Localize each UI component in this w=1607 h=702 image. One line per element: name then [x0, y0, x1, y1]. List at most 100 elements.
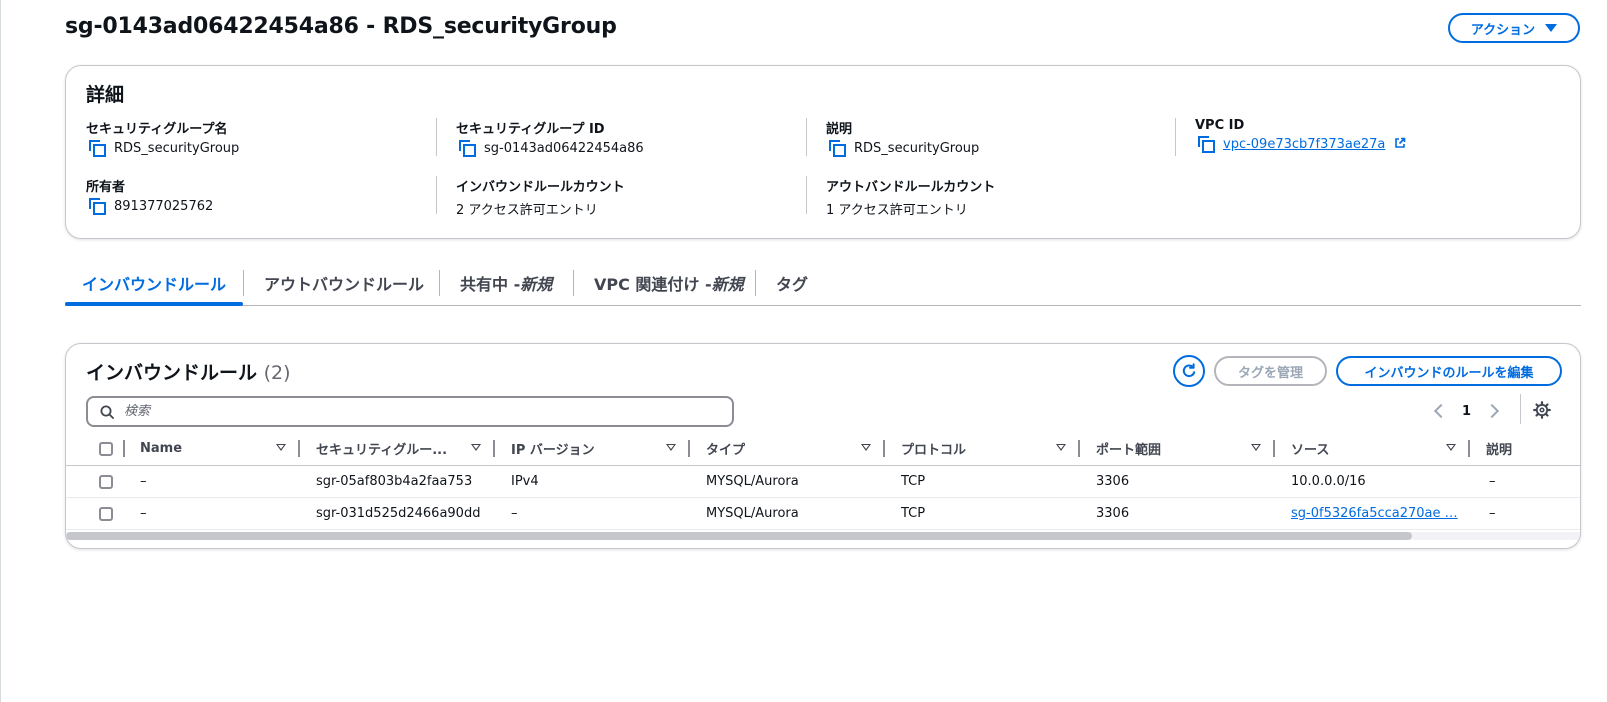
cell-name: –	[140, 474, 147, 489]
column-header-port-range[interactable]: ポート範囲	[1096, 432, 1161, 465]
security-group-id-value: sg-0143ad06422454a86	[484, 140, 644, 156]
search-input[interactable]	[122, 403, 686, 420]
table-row[interactable]: – sgr-031d525d2466a90dd – MYSQL/Aurora T…	[66, 498, 1580, 530]
column-resizer[interactable]	[883, 440, 885, 457]
tab-tags[interactable]: タグ	[776, 260, 808, 306]
cell-protocol: TCP	[901, 474, 926, 489]
field-label: セキュリティグループ名	[86, 122, 228, 137]
actions-dropdown-button[interactable]: アクション	[1448, 13, 1580, 43]
row-checkbox[interactable]	[99, 474, 113, 489]
copy-icon[interactable]	[459, 140, 476, 157]
tab-vpc-associations[interactable]: VPC 関連付け - 新規	[594, 260, 744, 306]
vpc-id-link[interactable]: vpc-09e73cb7f373ae27a	[1223, 137, 1406, 152]
field-label: VPC ID	[1195, 118, 1245, 133]
tab-sharing[interactable]: 共有中 - 新規	[460, 260, 552, 306]
cell-type: MYSQL/Aurora	[706, 474, 799, 489]
cell-name: –	[140, 506, 147, 521]
field-label: アウトバンドルールカウント	[826, 180, 996, 195]
field-label: 説明	[826, 122, 853, 137]
tab-label: VPC 関連付け -	[594, 275, 712, 294]
sort-icon[interactable]	[471, 444, 481, 451]
window-edge	[0, 0, 1, 702]
field-value-row: RDS_securityGroup	[86, 140, 426, 157]
cell-ip-version: IPv4	[511, 474, 539, 489]
column-resizer[interactable]	[493, 440, 495, 457]
column-header-protocol[interactable]: プロトコル	[901, 432, 966, 465]
column-header-source[interactable]: ソース	[1291, 432, 1329, 465]
column-header-description[interactable]: 説明	[1486, 432, 1512, 465]
vpc-id-link-text[interactable]: vpc-09e73cb7f373ae27a	[1223, 137, 1385, 152]
current-page-number[interactable]: 1	[1462, 404, 1471, 419]
column-resizer[interactable]	[1468, 440, 1470, 457]
search-icon	[100, 405, 114, 419]
field-value-row: RDS_securityGroup	[826, 140, 1166, 157]
manage-tags-button[interactable]: タグを管理	[1214, 356, 1327, 386]
tab-new-suffix: 新規	[711, 275, 744, 294]
gear-icon[interactable]	[1532, 400, 1552, 420]
owner-value: 891377025762	[114, 198, 214, 214]
column-header-security-group-rule-id[interactable]: セキュリティグルー...	[316, 432, 447, 465]
chevron-right-icon[interactable]	[1484, 403, 1500, 419]
column-divider	[1175, 118, 1176, 156]
field-label: インバウンドルールカウント	[456, 180, 625, 195]
column-resizer[interactable]	[1273, 440, 1275, 457]
cell-source-link[interactable]: sg-0f5326fa5cca270ae …	[1291, 498, 1458, 529]
row-checkbox-cell	[99, 498, 113, 529]
copy-icon[interactable]	[89, 198, 106, 215]
tab-label: 共有中 -	[460, 275, 521, 294]
edit-inbound-rules-button[interactable]: インバウンドのルールを編集	[1336, 356, 1562, 386]
field-vpc-id: VPC ID vpc-09e73cb7f373ae27a	[1195, 118, 1535, 153]
column-resizer[interactable]	[688, 440, 690, 457]
cell-port-range: 3306	[1096, 506, 1130, 521]
refresh-button[interactable]	[1173, 355, 1205, 387]
table-row[interactable]: – sgr-05af803b4a2faa753 IPv4 MYSQL/Auror…	[66, 466, 1580, 498]
pagination: 1	[1433, 399, 1500, 423]
cell-type: MYSQL/Aurora	[706, 506, 799, 521]
inbound-rules-panel: インバウンドルール (2) タグを管理 インバウンドのルールを編集 1	[65, 343, 1581, 549]
tab-label: アウトバウンドルール	[264, 275, 425, 294]
tab-divider	[243, 270, 244, 296]
actions-label: アクション	[1470, 22, 1536, 38]
field-owner: 所有者 891377025762	[86, 176, 426, 215]
copy-icon[interactable]	[1198, 136, 1215, 153]
column-header-name[interactable]: Name	[140, 432, 182, 465]
cell-description: –	[1489, 506, 1496, 521]
horizontal-scrollbar[interactable]	[66, 532, 1580, 540]
field-outbound-rule-count: アウトバンドルールカウント 1 アクセス許可エントリ	[826, 176, 1166, 218]
tab-bar: インバウンドルール アウトバウンドルール 共有中 - 新規 VPC 関連付け -…	[65, 260, 1581, 306]
refresh-icon	[1182, 363, 1196, 378]
column-resizer[interactable]	[1078, 440, 1080, 457]
inbound-rules-table: Name セキュリティグルー... IP バージョン タイプ プロトコル ポート…	[66, 432, 1580, 530]
cell-protocol: TCP	[901, 506, 926, 521]
sort-icon[interactable]	[1446, 444, 1456, 451]
tab-inbound-rules[interactable]: インバウンドルール	[65, 260, 243, 306]
field-label: セキュリティグループ ID	[456, 122, 605, 137]
column-resizer[interactable]	[123, 440, 125, 457]
field-label: 所有者	[86, 180, 126, 195]
chevron-left-icon[interactable]	[1433, 403, 1449, 419]
copy-icon[interactable]	[829, 140, 846, 157]
tab-outbound-rules[interactable]: アウトバウンドルール	[264, 260, 424, 306]
tab-new-suffix: 新規	[520, 275, 553, 294]
active-tab-indicator	[65, 302, 243, 306]
column-resizer[interactable]	[298, 440, 300, 457]
sort-icon[interactable]	[1056, 444, 1066, 451]
details-panel: 詳細 セキュリティグループ名 RDS_securityGroup セキュリティグ…	[65, 65, 1581, 239]
field-security-group-id: セキュリティグループ ID sg-0143ad06422454a86	[456, 118, 796, 157]
column-header-ip-version[interactable]: IP バージョン	[511, 432, 595, 465]
sort-icon[interactable]	[276, 444, 286, 451]
sort-icon[interactable]	[861, 444, 871, 451]
cell-rule-id: sgr-031d525d2466a90dd	[316, 506, 481, 521]
copy-icon[interactable]	[89, 140, 106, 157]
cell-description: –	[1489, 474, 1496, 489]
select-all-checkbox[interactable]	[99, 441, 113, 456]
column-header-type[interactable]: タイプ	[706, 432, 745, 465]
tab-divider	[755, 270, 756, 296]
scrollbar-thumb[interactable]	[66, 532, 1412, 540]
field-security-group-name: セキュリティグループ名 RDS_securityGroup	[86, 118, 426, 157]
sort-icon[interactable]	[1251, 444, 1261, 451]
row-checkbox[interactable]	[99, 506, 113, 521]
sort-icon[interactable]	[666, 444, 676, 451]
inbound-rules-title: インバウンドルール	[86, 362, 258, 384]
tab-label: インバウンドルール	[81, 275, 226, 294]
